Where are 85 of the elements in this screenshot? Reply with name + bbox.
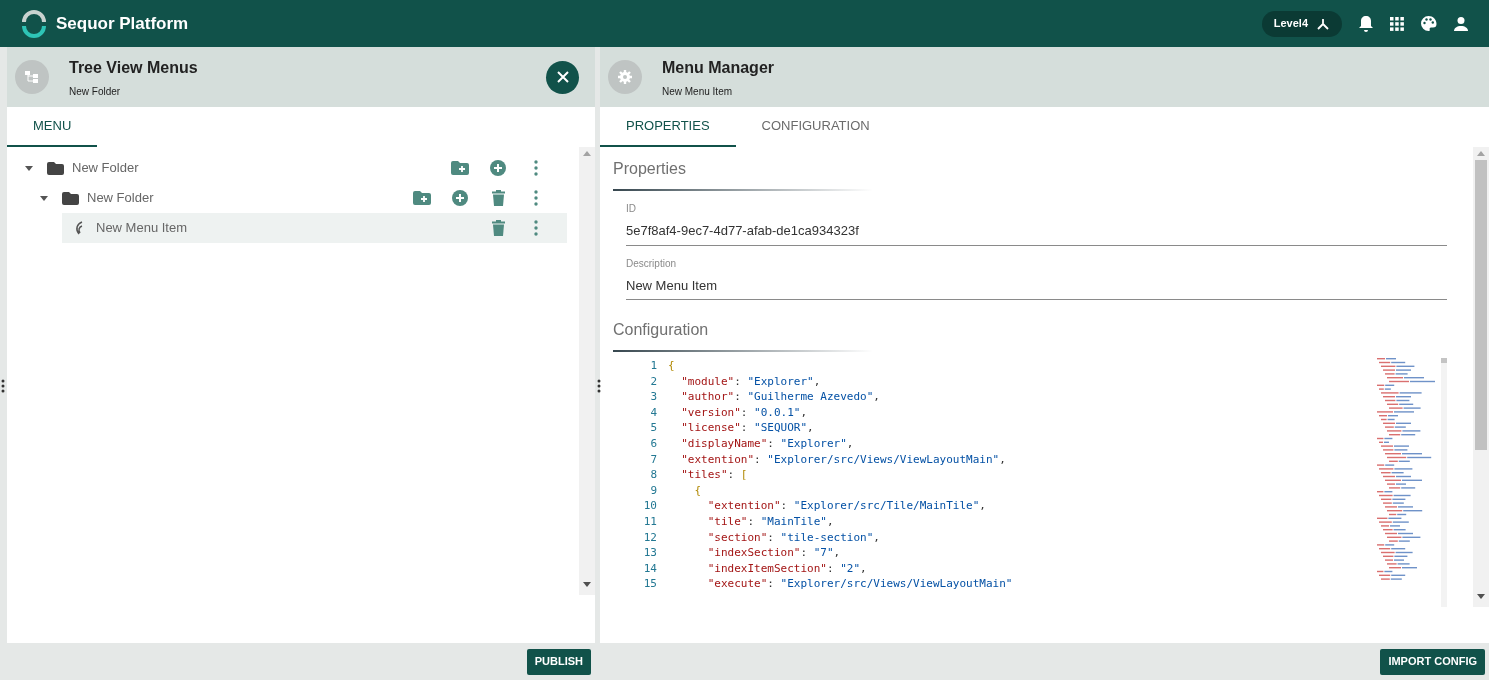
more-vertical-icon[interactable] bbox=[534, 160, 538, 176]
bell-icon[interactable] bbox=[1358, 14, 1374, 33]
scrollbar[interactable] bbox=[1473, 147, 1489, 607]
code-line: { bbox=[693, 482, 703, 499]
line-number: 14 bbox=[643, 560, 657, 577]
scrollbar[interactable] bbox=[579, 147, 595, 595]
scroll-down-icon[interactable] bbox=[1477, 594, 1485, 599]
section-heading: Configuration bbox=[613, 320, 710, 340]
leaf-icon bbox=[74, 221, 84, 235]
more-vertical-icon[interactable] bbox=[534, 190, 538, 206]
line-number: 11 bbox=[643, 513, 657, 530]
tab[interactable]: MENU bbox=[7, 107, 98, 147]
plus-circle-icon[interactable] bbox=[452, 190, 468, 206]
action-button[interactable]: PUBLISH bbox=[526, 648, 591, 675]
caret-down-icon[interactable] bbox=[40, 194, 48, 202]
panel-subtitle: New Menu Item bbox=[662, 84, 734, 99]
panel-title: Tree View Menus bbox=[69, 57, 198, 78]
user-icon[interactable] bbox=[1453, 15, 1469, 32]
folder-plus-icon[interactable] bbox=[413, 191, 431, 205]
code-line: "execute": "Explorer/src/Views/ViewLayoutMain" bbox=[706, 576, 1014, 592]
scroll-down-icon[interactable] bbox=[583, 582, 591, 587]
text-field[interactable]: Description New Menu Item bbox=[626, 255, 1447, 300]
code-line: "extention": "Explorer/src/Tile/MainTile", bbox=[706, 498, 987, 514]
panel-subtitle: New Folder bbox=[69, 84, 122, 99]
code-line: "license": "SEQUOR", bbox=[680, 420, 815, 436]
line-number: 7 bbox=[650, 451, 657, 468]
editor-scrollbar[interactable] bbox=[1441, 358, 1447, 607]
text-field[interactable]: ID 5e7f8af4-9ec7-4d77-afab-de1ca934323f bbox=[626, 201, 1447, 246]
line-number: 15 bbox=[643, 576, 657, 592]
code-line: "tile": "MainTile", bbox=[706, 513, 835, 530]
action-button[interactable]: IMPORT CONFIG bbox=[1380, 648, 1485, 675]
drag-handle-icon[interactable] bbox=[597, 379, 601, 393]
code-line: "extention": "Explorer/src/Views/ViewLayoutMain", bbox=[680, 451, 1007, 468]
scroll-up-icon[interactable] bbox=[583, 151, 591, 156]
line-number: 12 bbox=[643, 529, 657, 546]
line-number: 9 bbox=[650, 482, 657, 499]
folder-plus-icon[interactable] bbox=[451, 161, 469, 175]
tree-label: New Menu Item bbox=[96, 219, 188, 238]
line-number: 2 bbox=[650, 373, 657, 390]
drag-handle-icon[interactable] bbox=[1, 379, 5, 393]
line-number: 5 bbox=[650, 420, 657, 436]
code-line: "author": "Guilherme Azevedo", bbox=[680, 389, 881, 405]
more-vertical-icon[interactable] bbox=[534, 220, 538, 236]
line-number: 1 bbox=[650, 358, 657, 374]
panel-title: Menu Manager bbox=[662, 57, 774, 78]
scrollbar-thumb[interactable] bbox=[1475, 160, 1487, 450]
code-line: { bbox=[668, 358, 676, 374]
code-line: "displayName": "Explorer", bbox=[680, 435, 855, 452]
folder-icon bbox=[47, 161, 64, 175]
code-line: "section": "tile-section", bbox=[706, 529, 881, 546]
trash-icon[interactable] bbox=[491, 220, 505, 236]
tab[interactable]: CONFIGURATION bbox=[735, 107, 896, 147]
line-number: 6 bbox=[650, 435, 657, 452]
tree-label: New Folder bbox=[87, 189, 154, 208]
plus-circle-icon[interactable] bbox=[490, 160, 506, 176]
code-line: "tiles": [ bbox=[680, 467, 749, 483]
tree-label: New Folder bbox=[72, 159, 139, 178]
logo-icon bbox=[20, 9, 48, 38]
line-number: 13 bbox=[643, 545, 657, 561]
code-line: "version": "0.0.1", bbox=[680, 404, 809, 421]
tree-row[interactable]: New Folder bbox=[36, 183, 567, 213]
scroll-up-icon[interactable] bbox=[1477, 151, 1485, 156]
caret-down-icon[interactable] bbox=[25, 164, 33, 172]
folder-icon bbox=[62, 191, 79, 205]
code-line: "module": "Explorer", bbox=[680, 373, 822, 390]
trash-icon[interactable] bbox=[491, 190, 505, 206]
level-chip[interactable]: Level4 bbox=[1261, 10, 1342, 37]
tab[interactable]: PROPERTIES bbox=[600, 107, 736, 147]
line-number: 4 bbox=[650, 404, 657, 421]
line-number: 8 bbox=[650, 467, 657, 483]
tree-icon bbox=[24, 69, 40, 85]
tree-row[interactable]: New Menu Item bbox=[62, 213, 567, 243]
line-number: 10 bbox=[643, 498, 657, 514]
code-line: "indexItemSection": "2", bbox=[706, 560, 868, 577]
palette-icon[interactable] bbox=[1420, 15, 1437, 32]
close-button[interactable] bbox=[546, 60, 579, 94]
app-title: Sequor Platform bbox=[56, 12, 189, 35]
tree-row[interactable]: New Folder bbox=[21, 153, 567, 183]
section-heading: Properties bbox=[613, 159, 687, 179]
close-icon bbox=[555, 70, 570, 84]
gear-icon bbox=[617, 69, 633, 85]
apps-grid-icon[interactable] bbox=[1390, 16, 1404, 31]
line-number: 3 bbox=[650, 389, 657, 405]
code-line: "indexSection": "7", bbox=[706, 545, 842, 561]
branch-icon bbox=[1316, 16, 1330, 31]
